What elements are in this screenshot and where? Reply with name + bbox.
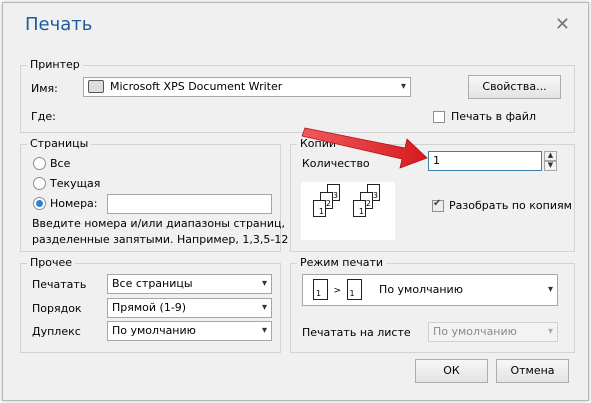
radio-numbers[interactable]	[33, 197, 46, 210]
collate-page-1b: 1	[353, 200, 366, 217]
copies-count-label: Количество	[302, 157, 370, 170]
radio-all[interactable]	[33, 157, 46, 170]
duplex-select[interactable]: По умолчанию ▾	[107, 321, 272, 341]
radio-current-label: Текущая	[50, 177, 101, 190]
print-range-label: Печатать	[32, 278, 87, 291]
print-to-file-label: Печать в файл	[451, 110, 536, 123]
close-icon[interactable]: ✕	[555, 16, 570, 34]
print-range-value: Все страницы	[112, 277, 193, 290]
printer-legend: Принтер	[27, 58, 83, 71]
chevron-down-icon: ▾	[261, 302, 267, 313]
copies-count-input[interactable]: 1	[428, 151, 542, 171]
print-range-select[interactable]: Все страницы ▾	[107, 274, 272, 294]
copies-decrement-button[interactable]: ▼	[544, 161, 557, 171]
printer-select[interactable]: Microsoft XPS Document Writer ▾	[83, 77, 411, 97]
chevron-down-icon: ▾	[547, 284, 553, 295]
mode-page-icon-b: 1	[346, 278, 362, 300]
order-value: Прямой (1-9)	[112, 301, 187, 314]
printer-icon	[88, 79, 104, 93]
mode-page-icon: 1	[313, 278, 328, 300]
other-group: Прочее Печатать Все страницы ▾ Порядок П…	[20, 256, 281, 353]
print-mode-group: Режим печати 1 > 1 По умолчанию ▾ Печата…	[290, 256, 575, 353]
printer-name-label: Имя:	[31, 82, 58, 95]
pages-hint-line1: Введите номера и/или диапазоны страниц,	[32, 217, 285, 230]
collate-label: Разобрать по копиям	[449, 199, 572, 212]
print-mode-select[interactable]: 1 > 1 По умолчанию ▾	[302, 274, 558, 306]
print-mode-value: По умолчанию	[379, 283, 463, 296]
chevron-down-icon: ▾	[547, 326, 553, 337]
chevron-down-icon: ▾	[261, 325, 267, 336]
ok-button[interactable]: ОК	[415, 359, 488, 383]
print-to-file-checkbox[interactable]	[433, 111, 445, 123]
copies-group: Копии Количество 1 ▲ ▼ 3 2 1 3 2 1 Разоб…	[290, 137, 575, 252]
collate-illustration: 3 2 1 3 2 1	[301, 182, 395, 240]
collate-page-1a: 1	[313, 200, 326, 217]
printer-selected-value: Microsoft XPS Document Writer	[110, 80, 283, 93]
duplex-value: По умолчанию	[112, 324, 196, 337]
copies-legend: Копии	[297, 137, 340, 150]
order-label: Порядок	[32, 302, 82, 315]
pages-legend: Страницы	[27, 137, 92, 150]
chevron-down-icon: ▾	[400, 81, 406, 92]
cancel-button[interactable]: Отмена	[496, 359, 569, 383]
collate-checkbox[interactable]	[432, 198, 444, 212]
printer-where-label: Где:	[31, 110, 56, 123]
chevron-down-icon: ▾	[261, 278, 267, 289]
copies-increment-button[interactable]: ▲	[544, 151, 557, 161]
radio-all-label: Все	[50, 157, 71, 170]
order-select[interactable]: Прямой (1-9) ▾	[107, 298, 272, 318]
per-sheet-label: Печатать на листе	[302, 326, 411, 339]
per-sheet-select[interactable]: По умолчанию ▾	[428, 322, 558, 342]
dialog-title: Печать	[25, 14, 93, 35]
pages-group: Страницы Все Текущая Номера: Введите ном…	[20, 137, 288, 252]
radio-current[interactable]	[33, 177, 46, 190]
printer-group: Принтер Имя: Microsoft XPS Document Writ…	[20, 58, 575, 133]
properties-button[interactable]: Свойства...	[468, 75, 561, 99]
print-dialog: Печать ✕ Принтер Имя: Microsoft XPS Docu…	[2, 2, 589, 401]
duplex-label: Дуплекс	[32, 325, 81, 338]
per-sheet-value: По умолчанию	[433, 325, 517, 338]
print-mode-legend: Режим печати	[297, 256, 387, 269]
pages-hint-line2: разделенные запятыми. Например, 1,3,5-12	[32, 233, 289, 246]
radio-numbers-label: Номера:	[50, 197, 98, 210]
other-legend: Прочее	[27, 256, 76, 269]
arrow-right-icon: >	[333, 286, 342, 296]
page-numbers-input[interactable]	[107, 194, 272, 214]
